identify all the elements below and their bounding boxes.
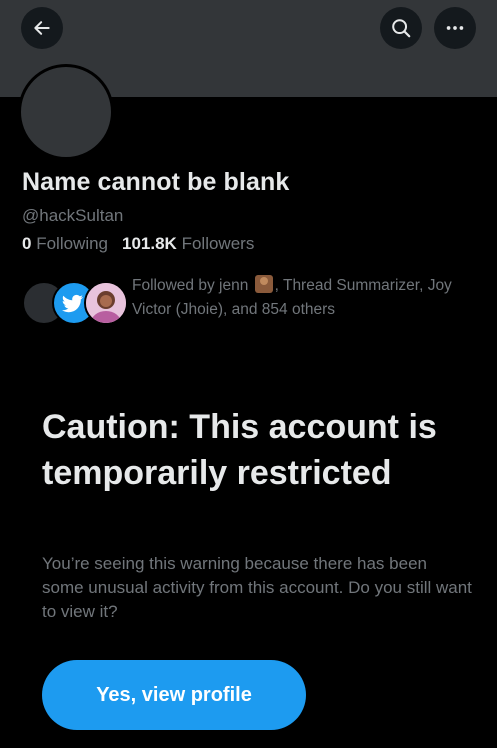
caution-title: Caution: This account is temporarily res… (42, 408, 437, 492)
view-profile-label: Yes, view profile (96, 683, 252, 706)
follow-stats: 0 Following 101.8K Followers (22, 234, 254, 254)
view-profile-button[interactable]: Yes, view profile (42, 660, 306, 730)
following-link[interactable]: 0 Following (22, 234, 108, 253)
profile-avatar[interactable] (18, 64, 114, 160)
following-label: Following (36, 234, 109, 253)
back-arrow-icon (32, 18, 52, 38)
back-button[interactable] (21, 7, 63, 49)
followers-link[interactable]: 101.8K Followers (122, 234, 254, 253)
followers-count: 101.8K (122, 234, 177, 253)
caution-description: You’re seeing this warning because there… (42, 554, 472, 621)
profile-name: Name cannot be blank (22, 168, 290, 196)
mutual-followers-avatars[interactable] (22, 281, 132, 325)
search-icon (390, 17, 412, 39)
followed-by-prefix: Followed by jenn (132, 277, 249, 294)
followed-by-text[interactable]: Followed by jenn , Thread Summarizer, Jo… (132, 274, 472, 322)
more-options-icon (444, 17, 466, 39)
profile-handle: @hackSultan (22, 206, 124, 225)
following-count: 0 (22, 234, 32, 253)
more-options-button[interactable] (434, 7, 476, 49)
search-button[interactable] (380, 7, 422, 49)
avatar (84, 281, 128, 325)
followers-label: Followers (181, 234, 255, 253)
person-emoji-icon (254, 275, 273, 293)
